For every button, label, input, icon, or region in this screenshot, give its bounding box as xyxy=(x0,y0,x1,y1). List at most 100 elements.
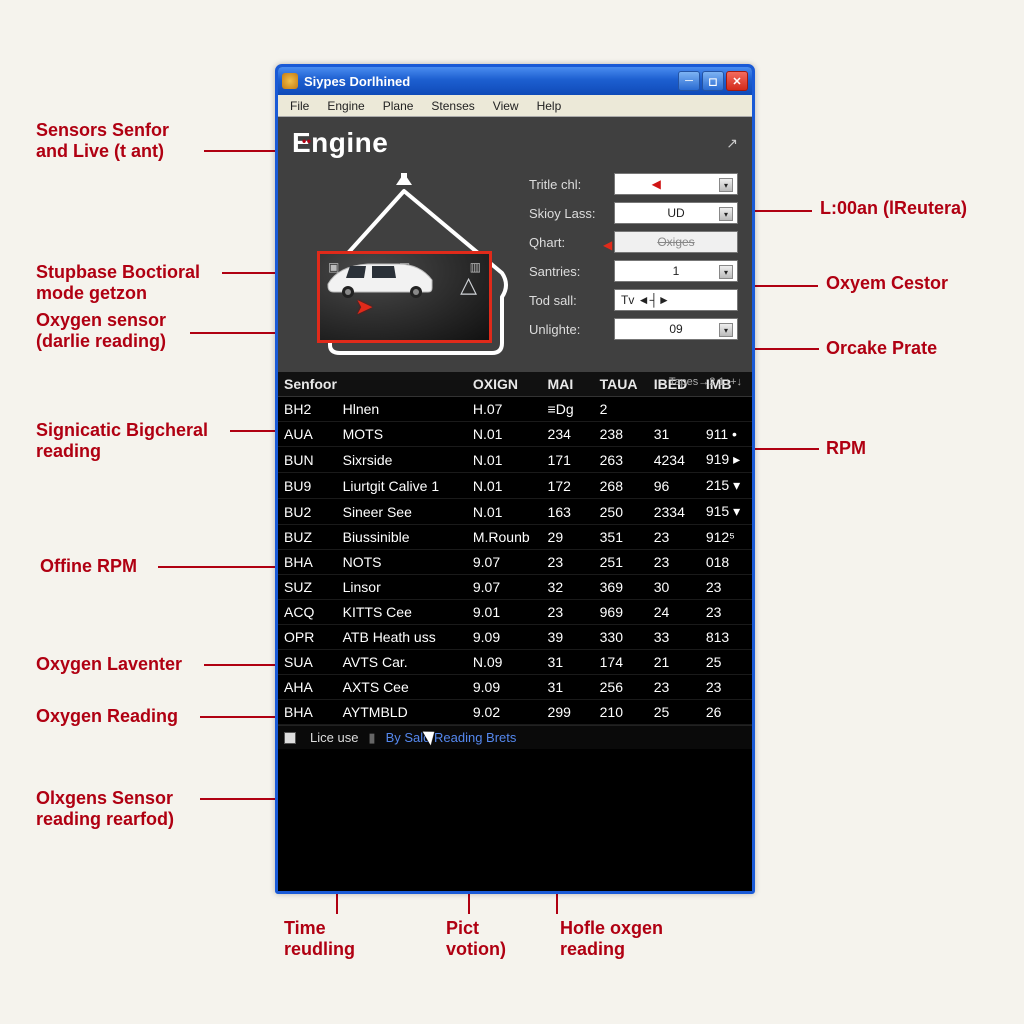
field-santries-value: 1 xyxy=(673,264,680,278)
cell-ox: N.01 xyxy=(467,422,542,447)
cell-taua: 263 xyxy=(594,447,648,473)
field-todsall[interactable]: Tv ◄┤► xyxy=(614,289,738,311)
cell-imb: 23 xyxy=(700,575,752,600)
menu-help[interactable]: Help xyxy=(529,97,570,115)
table-row[interactable]: BH2HlnenH.07≡Dg2 xyxy=(278,397,752,422)
table-row[interactable]: ACQKITTS Cee9.01239692423 xyxy=(278,600,752,625)
cell-imb: 018 xyxy=(700,550,752,575)
maximize-button[interactable]: ◻ xyxy=(702,71,724,91)
cell-taua: 969 xyxy=(594,600,648,625)
callout-orcake: Orcake Prate xyxy=(826,338,937,359)
cell-ox: N.01 xyxy=(467,499,542,525)
cell-code: OPR xyxy=(278,625,337,650)
table-row[interactable]: AHAAXTS Cee9.09312562323 xyxy=(278,675,752,700)
app-window: Siypes Dorlhined ─ ◻ ✕ File Engine Plane… xyxy=(275,64,755,894)
menu-view[interactable]: View xyxy=(485,97,527,115)
table-row[interactable]: BU2Sineer SeeN.011632502334915 ▾ xyxy=(278,499,752,525)
close-button[interactable]: ✕ xyxy=(726,71,748,91)
cell-ibed: 23 xyxy=(648,550,700,575)
col-oxign[interactable]: OXIGN xyxy=(467,372,542,397)
minimize-button[interactable]: ─ xyxy=(678,71,700,91)
caret-icon[interactable]: ▾ xyxy=(719,178,733,192)
callout-oxy-reading: Oxygen Reading xyxy=(36,706,178,727)
menu-engine[interactable]: Engine xyxy=(319,97,372,115)
table-row[interactable]: SUAAVTS Car.N.09311742125 xyxy=(278,650,752,675)
caret-icon[interactable]: ▾ xyxy=(719,323,733,337)
status-link[interactable]: By Sald Reading Brets xyxy=(386,730,517,745)
cell-imb: 911 • xyxy=(700,422,752,447)
callout-offine-rpm: Offine RPM xyxy=(40,556,137,577)
cell-name: Liurtgit Calive 1 xyxy=(337,473,467,499)
collapse-icon[interactable]: ↗ xyxy=(726,135,738,152)
label-santries: Santries: xyxy=(529,264,614,279)
gauge-graphic: ▣▤▥ △ ➤ xyxy=(292,173,517,358)
cell-mai: 29 xyxy=(542,525,594,550)
titlebar[interactable]: Siypes Dorlhined ─ ◻ ✕ xyxy=(278,67,752,95)
cell-ox: M.Rounb xyxy=(467,525,542,550)
cell-imb: 919 ▸ xyxy=(700,447,752,473)
cell-mai: 31 xyxy=(542,675,594,700)
col-mai[interactable]: MAI xyxy=(542,372,594,397)
cell-ibed: 25 xyxy=(648,700,700,725)
cell-ox: N.01 xyxy=(467,447,542,473)
cell-code: ACQ xyxy=(278,600,337,625)
cell-code: BUN xyxy=(278,447,337,473)
callout-olxgens: Olxgens Sensor reading rearfod) xyxy=(36,788,174,829)
cell-name: AVTS Car. xyxy=(337,650,467,675)
field-skioy[interactable]: UD ▾ xyxy=(614,202,738,224)
cell-mai: 23 xyxy=(542,600,594,625)
cell-imb: 25 xyxy=(700,650,752,675)
checkbox-icon[interactable] xyxy=(284,732,296,744)
field-santries[interactable]: 1 ▾ xyxy=(614,260,738,282)
menu-file[interactable]: File xyxy=(282,97,317,115)
field-unlighte[interactable]: 09 ▾ xyxy=(614,318,738,340)
caret-icon[interactable]: ▾ xyxy=(719,265,733,279)
callout-time: Time reudling xyxy=(284,918,355,959)
cell-mai: 39 xyxy=(542,625,594,650)
cell-taua: 330 xyxy=(594,625,648,650)
cell-code: BU9 xyxy=(278,473,337,499)
cell-code: BU2 xyxy=(278,499,337,525)
table-row[interactable]: BUNSixrsideN.011712634234919 ▸ xyxy=(278,447,752,473)
cell-code: AUA xyxy=(278,422,337,447)
cell-ox: 9.02 xyxy=(467,700,542,725)
table-row[interactable]: BU9Liurtgit Calive 1N.0117226896215 ▾ xyxy=(278,473,752,499)
table-row[interactable]: OPRATB Heath uss9.093933033813 xyxy=(278,625,752,650)
field-qhart[interactable]: ◀ Oxiges xyxy=(614,231,738,253)
table-row[interactable]: AUAMOTSN.0123423831911 • xyxy=(278,422,752,447)
cell-mai: 171 xyxy=(542,447,594,473)
label-tritle: Tritle chl: xyxy=(529,177,614,192)
cell-taua: 351 xyxy=(594,525,648,550)
cell-code: AHA xyxy=(278,675,337,700)
cell-name: Biussinible xyxy=(337,525,467,550)
cell-code: SUZ xyxy=(278,575,337,600)
cell-imb xyxy=(700,397,752,422)
cell-taua: 256 xyxy=(594,675,648,700)
label-unlighte: Unlighte: xyxy=(529,322,614,337)
callout-pict: Pict votion) xyxy=(446,918,506,959)
cell-ox: 9.09 xyxy=(467,625,542,650)
cell-ox: N.09 xyxy=(467,650,542,675)
table-row[interactable]: BUZBiussinibleM.Rounb2935123912⁵ xyxy=(278,525,752,550)
table-row[interactable]: SUZLinsor9.07323693023 xyxy=(278,575,752,600)
sep-icon: ▮ xyxy=(368,730,375,746)
warning-triangle-icon: △ xyxy=(460,272,477,298)
callout-oxyem: Oxyem Cestor xyxy=(826,273,948,294)
cell-name: Linsor xyxy=(337,575,467,600)
cell-ibed: 31 xyxy=(648,422,700,447)
cell-name: Sineer See xyxy=(337,499,467,525)
field-tritle[interactable]: ◀ ▾ xyxy=(614,173,738,195)
col-taua[interactable]: TAUA xyxy=(594,372,648,397)
table-row[interactable]: BHANOTS9.072325123018 xyxy=(278,550,752,575)
cell-code: BH2 xyxy=(278,397,337,422)
car-thumbnail[interactable]: ▣▤▥ △ ➤ xyxy=(317,251,492,343)
cell-ibed: 23 xyxy=(648,525,700,550)
cell-name: AYTMBLD xyxy=(337,700,467,725)
menu-stenses[interactable]: Stenses xyxy=(423,97,482,115)
col-senfoor[interactable]: Senfoor xyxy=(278,372,467,397)
callout-sensors: Sensors Senfor and Live (t ant) xyxy=(36,120,169,161)
table-row[interactable]: BHAAYTMBLD9.022992102526 xyxy=(278,700,752,725)
label-todsall: Tod sall: xyxy=(529,293,614,308)
caret-icon[interactable]: ▾ xyxy=(719,207,733,221)
menu-plane[interactable]: Plane xyxy=(375,97,422,115)
